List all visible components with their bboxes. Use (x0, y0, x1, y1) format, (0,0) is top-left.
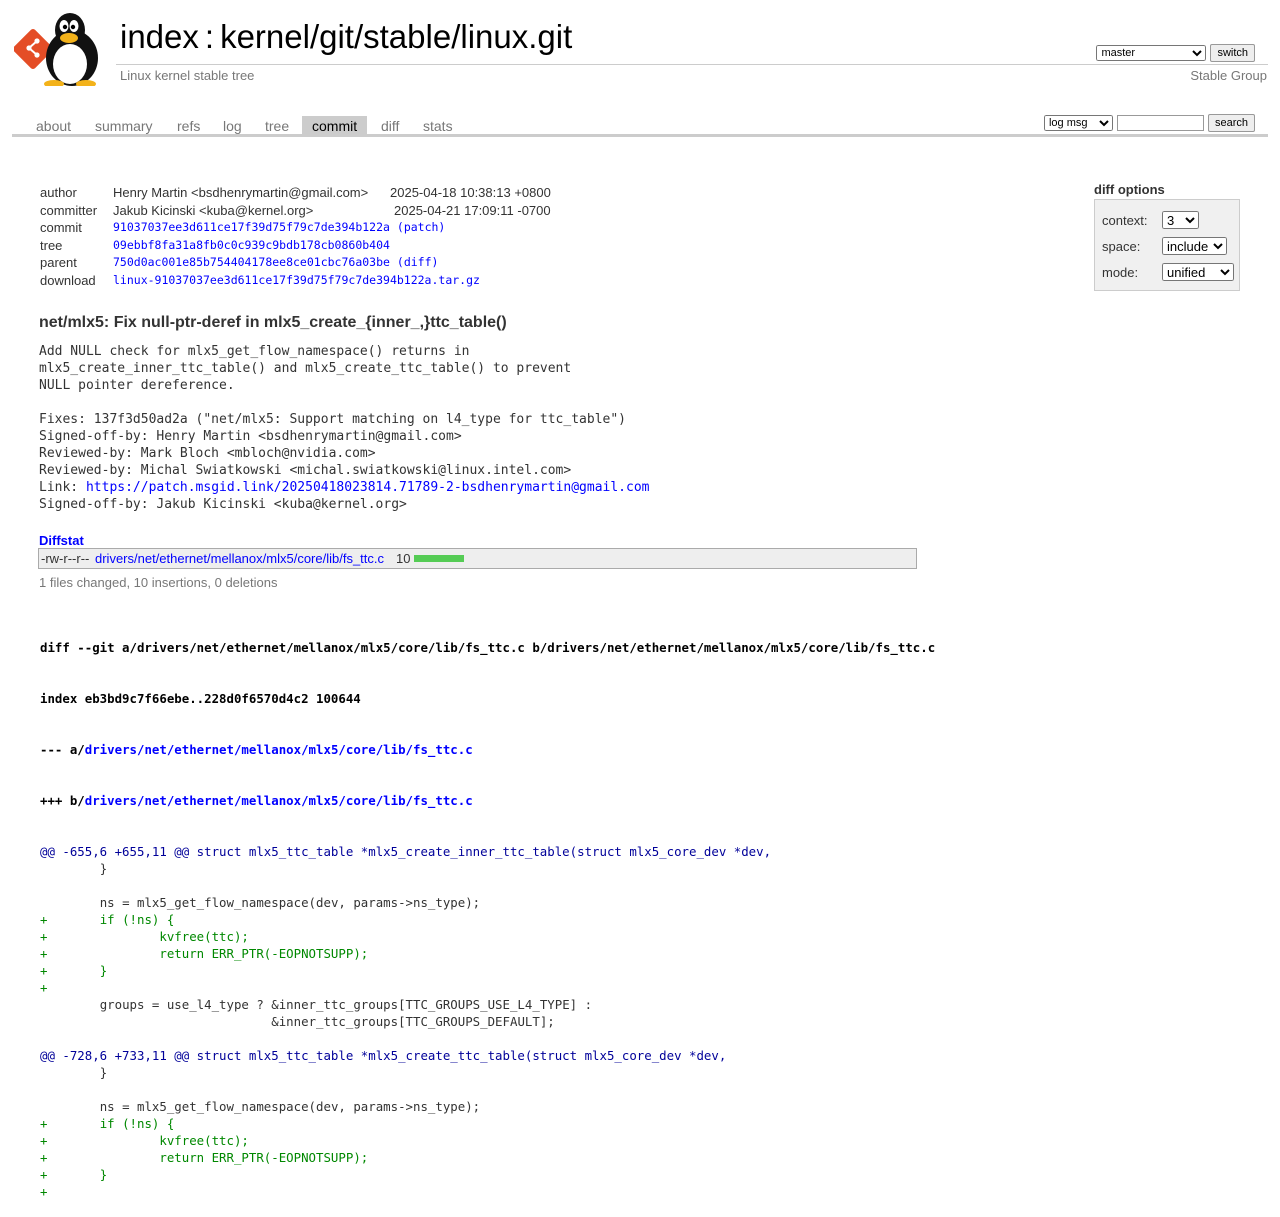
diff-added-line: + return ERR_PTR(-EOPNOTSUPP); (40, 946, 369, 961)
message-line: mlx5_create_inner_ttc_table() and mlx5_c… (39, 361, 572, 376)
insertions-bar (414, 555, 464, 562)
diff-context-line: } (40, 1065, 108, 1080)
diff-view: diff --git a/drivers/net/ethernet/mellan… (40, 605, 935, 1217)
diffstat-title[interactable]: Diffstat (39, 533, 84, 548)
diff-context-line: groups = use_l4_type ? &inner_ttc_groups… (40, 997, 593, 1012)
tab-refs[interactable]: refs (167, 116, 210, 134)
mode-select[interactable]: unified (1162, 263, 1234, 281)
mode-label: mode: (1102, 265, 1139, 280)
tab-commit[interactable]: commit (302, 116, 368, 134)
diffstat-count: 10 (396, 551, 411, 566)
index-link[interactable]: index (120, 18, 199, 55)
tab-tree[interactable]: tree (255, 116, 299, 134)
message-line: Add NULL check for mlx5_get_flow_namespa… (39, 344, 470, 359)
message-line: Signed-off-by: Jakub Kicinski <kuba@kern… (39, 497, 407, 512)
diffstat-table: -rw-r--r-- drivers/net/ethernet/mellanox… (38, 548, 917, 569)
diff-lines: @@ -655,6 +655,11 @@ struct mlx5_ttc_tab… (40, 843, 935, 1200)
commit-subject: net/mlx5: Fix null-ptr-deref in mlx5_cre… (39, 314, 507, 331)
context-select[interactable]: 3 (1162, 211, 1199, 229)
diff-options-panel: diff options context: 3 space: include m… (1094, 182, 1240, 291)
space-select[interactable]: include (1162, 237, 1227, 255)
diff-context-line: } (40, 861, 108, 876)
message-line: Fixes: 137f3d50ad2a ("net/mlx5: Support … (39, 412, 626, 427)
diff-context-line (40, 877, 935, 894)
commit-message: Add NULL check for mlx5_get_flow_namespa… (39, 343, 650, 513)
search-scope-select[interactable]: log msg (1043, 115, 1113, 131)
title-separator: : (204, 18, 215, 55)
patch-msgid-link[interactable]: https://patch.msgid.link/20250418023814.… (86, 480, 650, 495)
parent-diff-link[interactable]: (diff) (397, 255, 439, 269)
diff-added-line: + (40, 1184, 48, 1199)
diff-git-line: diff --git a/drivers/net/ethernet/mellan… (40, 640, 936, 655)
author-date: 2025-04-18 10:38:13 +0800 (390, 185, 551, 200)
diff-context-line: ns = mlx5_get_flow_namespace(dev, params… (40, 1099, 481, 1114)
committer-label: committer (40, 202, 98, 218)
diff-options-title: diff options (1094, 182, 1165, 197)
commit-label: commit (40, 220, 82, 235)
search-button[interactable]: search (1207, 114, 1255, 132)
tab-about[interactable]: about (26, 116, 81, 134)
search-input[interactable] (1116, 115, 1204, 131)
space-label: space: (1102, 239, 1141, 254)
tab-diff[interactable]: diff (371, 116, 409, 134)
committer-value: Jakub Kicinski <kuba@kernel.org> (113, 202, 314, 218)
parent-label: parent (40, 255, 77, 270)
tree-label: tree (40, 237, 63, 253)
page-title: index: kernel/git/stable/linux.git (120, 18, 572, 56)
diff-old-file-line: --- a/drivers/net/ethernet/mellanox/mlx5… (40, 741, 935, 758)
diffstat-summary: 1 files changed, 10 insertions, 0 deleti… (39, 575, 278, 590)
branch-switch-form: master switch (1096, 44, 1255, 62)
author-label: author (40, 185, 77, 200)
message-line: NULL pointer dereference. (39, 378, 235, 393)
diff-added-line: + if (!ns) { (40, 912, 175, 927)
header-divider (116, 64, 1268, 65)
committer-date: 2025-04-21 17:09:11 -0700 (394, 202, 551, 218)
message-link-prefix: Link: (39, 480, 86, 495)
diff-index-line: index eb3bd9c7f66ebe..228d0f6570d4c2 100… (40, 691, 361, 706)
message-line: Reviewed-by: Mark Bloch <mbloch@nvidia.c… (39, 446, 376, 461)
diff-hunk-header: @@ -728,6 +733,11 @@ struct mlx5_ttc_tab… (40, 1048, 727, 1063)
patch-link[interactable]: (patch) (397, 220, 445, 234)
diff-context-line: &inner_ttc_groups[TTC_GROUPS_DEFAULT]; (40, 1014, 555, 1029)
diff-added-line: + } (40, 1167, 108, 1182)
cgit-tux-logo[interactable] (14, 10, 110, 86)
author-value: Henry Martin <bsdhenrymartin@gmail.com> (113, 185, 369, 200)
new-prefix: +++ b/ (40, 793, 85, 808)
tux-penguin-icon (44, 13, 98, 86)
context-label: context: (1102, 213, 1148, 228)
message-line: Reviewed-by: Michal Swiatkowski <michal.… (39, 463, 572, 478)
diff-added-line: + (40, 980, 48, 995)
diff-hunk-header: @@ -655,6 +655,11 @@ struct mlx5_ttc_tab… (40, 844, 772, 859)
search-form: log msg search (1043, 114, 1255, 132)
repo-owner: Stable Group (1190, 68, 1267, 83)
diff-options-box: context: 3 space: include mode: unified (1094, 199, 1240, 291)
new-file-link[interactable]: drivers/net/ethernet/mellanox/mlx5/core/… (85, 793, 473, 808)
tab-stats[interactable]: stats (413, 116, 463, 134)
download-link[interactable]: linux-91037037ee3d611ce17f39d75f79c7de39… (113, 273, 480, 287)
parent-hash-link[interactable]: 750d0ac001e85b754404178ee8ce01cbc76a03be (113, 255, 390, 269)
download-label: download (40, 272, 96, 288)
repo-description: Linux kernel stable tree (120, 68, 255, 83)
switch-button[interactable]: switch (1210, 44, 1255, 62)
tree-hash-link[interactable]: 09ebbf8fa31a8fb0c0c939c9bdb178cb0860b404 (113, 238, 390, 252)
diff-added-line: + kvfree(ttc); (40, 1133, 249, 1148)
tab-summary[interactable]: summary (85, 116, 163, 134)
repo-link[interactable]: kernel/git/stable/linux.git (220, 18, 572, 55)
old-prefix: --- a/ (40, 742, 85, 757)
diff-added-line: + return ERR_PTR(-EOPNOTSUPP); (40, 1150, 369, 1165)
diff-new-file-line: +++ b/drivers/net/ethernet/mellanox/mlx5… (40, 792, 935, 809)
old-file-link[interactable]: drivers/net/ethernet/mellanox/mlx5/core/… (85, 742, 473, 757)
file-mode: -rw-r--r-- (41, 551, 90, 566)
message-line: Signed-off-by: Henry Martin <bsdhenrymar… (39, 429, 462, 444)
tab-log[interactable]: log (213, 116, 252, 134)
diff-context-line (40, 1030, 935, 1047)
commit-hash-link[interactable]: 91037037ee3d611ce17f39d75f79c7de394b122a (113, 220, 390, 234)
branch-select[interactable]: master (1096, 45, 1207, 61)
diff-added-line: + kvfree(ttc); (40, 929, 249, 944)
diff-context-line (40, 1081, 935, 1098)
diff-added-line: + if (!ns) { (40, 1116, 175, 1131)
diff-context-line: ns = mlx5_get_flow_namespace(dev, params… (40, 895, 481, 910)
diffstat-file-link[interactable]: drivers/net/ethernet/mellanox/mlx5/core/… (95, 551, 384, 566)
diff-added-line: + } (40, 963, 108, 978)
